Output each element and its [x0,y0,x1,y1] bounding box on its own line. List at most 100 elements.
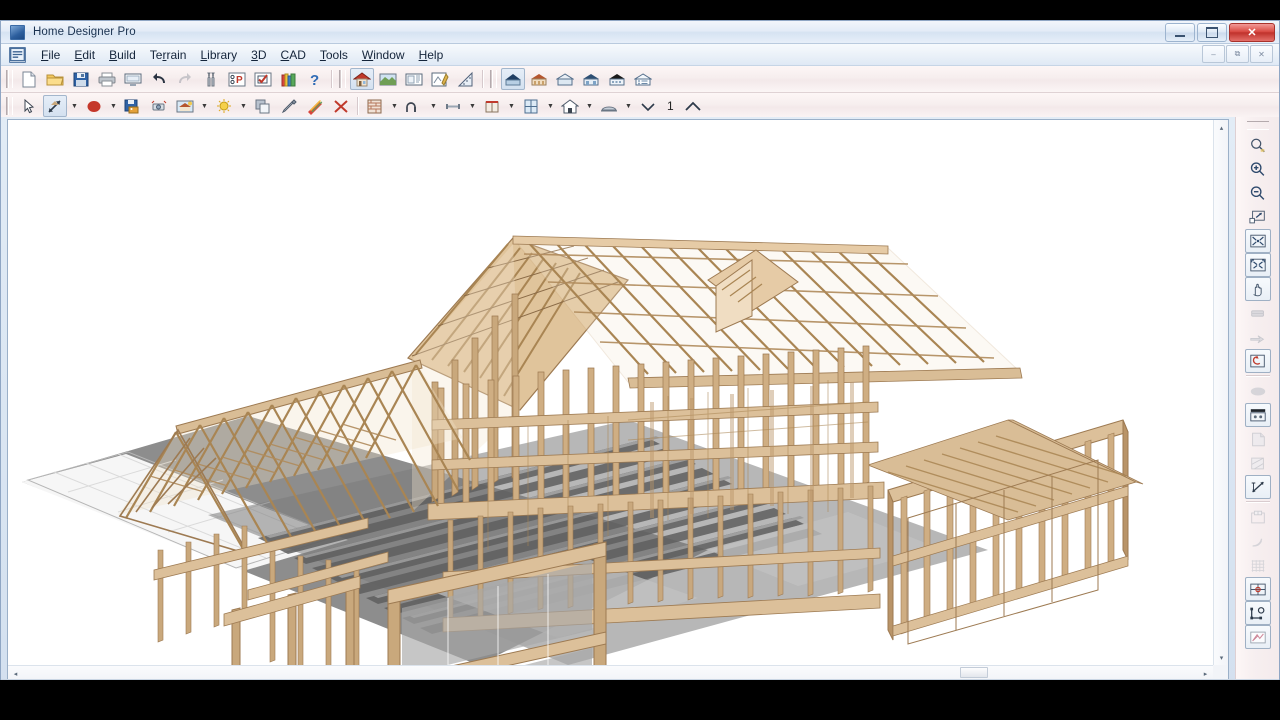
wall-tool-button[interactable] [363,95,387,117]
menu-item-terrain[interactable]: Terrain [143,47,194,63]
document-system-menu-icon[interactable] [9,46,26,63]
copy-paste-button[interactable] [251,95,275,117]
open-plan-button[interactable] [43,68,67,90]
menu-item-3d[interactable]: 3D [244,47,273,63]
beam-tool-dropdown[interactable]: ▼ [466,94,479,118]
new-plan-button[interactable] [17,68,41,90]
menu-item-tools[interactable]: Tools [313,47,355,63]
select-tool-button[interactable] [17,95,41,117]
plan-view-button[interactable] [402,68,426,90]
edit-toolbar-grip[interactable] [6,97,13,115]
house-view-button[interactable] [350,68,374,90]
lighting-dropdown[interactable]: ▼ [237,94,250,118]
reference-display-button[interactable] [1245,505,1271,529]
redo-button[interactable] [173,68,197,90]
arch-tool-button[interactable] [402,95,426,117]
zoom-in-button[interactable] [1245,157,1271,181]
material-painter-button[interactable] [303,95,327,117]
rendering-technique-button[interactable] [1244,403,1271,427]
zoom-window-button[interactable] [1245,205,1271,229]
lighting-button[interactable] [212,95,236,117]
horizontal-scrollbar[interactable]: ◂ ▸ [8,665,1213,680]
door-tool-button[interactable] [558,95,582,117]
menu-item-window[interactable]: Window [355,47,412,63]
minimize-button[interactable] [1165,23,1195,42]
color-tool-dropdown[interactable]: ▼ [107,94,120,118]
angle-snaps-button[interactable] [1244,577,1271,601]
help-button[interactable]: ? [303,68,327,90]
window-tool-dropdown[interactable]: ▼ [544,94,557,118]
ruler-tool-button[interactable] [454,68,478,90]
previous-view-button[interactable] [1245,301,1271,325]
sun-angle-dropdown[interactable]: ▼ [198,94,211,118]
toolbar-grip-3[interactable] [490,70,497,88]
menu-item-cad[interactable]: CAD [274,47,313,63]
elevation-view-button[interactable] [428,68,452,90]
color-tool-button[interactable] [82,95,106,117]
preferences-button[interactable] [199,68,223,90]
fill-window-button[interactable] [1244,229,1271,253]
move-camera-button[interactable] [43,95,67,117]
floor-down-button[interactable] [636,95,660,117]
menu-item-help[interactable]: Help [412,47,451,63]
next-view-button[interactable] [1245,325,1271,349]
mdi-restore-button[interactable]: ⧉ [1226,45,1249,63]
shadow-toggle-button[interactable] [1245,379,1271,403]
roof-tool-dropdown[interactable]: ▼ [622,94,635,118]
plot-lines-button[interactable] [1244,625,1271,649]
door-tool-dropdown[interactable]: ▼ [583,94,596,118]
cabinet-tool-dropdown[interactable]: ▼ [505,94,518,118]
mdi-close-button[interactable]: ✕ [1250,45,1273,63]
object-snaps-button[interactable] [1244,601,1271,625]
scroll-down-arrow[interactable]: ▾ [1214,650,1228,665]
refresh-display-button[interactable] [1244,349,1271,373]
glass-house-button[interactable] [631,68,655,90]
menu-item-file[interactable]: FFileile [34,47,67,63]
scroll-up-arrow[interactable]: ▴ [1214,120,1228,135]
mdi-minimize-button[interactable]: – [1202,45,1225,63]
zoom-tool-button[interactable] [1245,133,1271,157]
framing-overview-button[interactable] [579,68,603,90]
menu-item-edit[interactable]: Edit [67,47,102,63]
save-plan-button[interactable] [69,68,93,90]
full-camera-button[interactable] [501,68,525,90]
color-toggle-button[interactable] [1245,427,1271,451]
library-browser-button[interactable] [277,68,301,90]
view-toolbar-grip[interactable] [1246,121,1269,130]
move-camera-dropdown[interactable]: ▼ [68,94,81,118]
roof-tool-button[interactable] [597,95,621,117]
beam-tool-button[interactable] [441,95,465,117]
camera-settings-button[interactable] [147,95,171,117]
zoom-out-button[interactable] [1245,181,1271,205]
horizontal-scroll-thumb[interactable] [960,667,988,678]
auto-detail-button[interactable] [1245,529,1271,553]
terrain-view-button[interactable] [376,68,400,90]
wall-tool-dropdown[interactable]: ▼ [388,94,401,118]
cabinet-tool-button[interactable] [480,95,504,117]
print-preview-button[interactable] [121,68,145,90]
vertical-scrollbar[interactable]: ▴ ▾ [1213,120,1228,665]
undo-button[interactable] [147,68,171,90]
plan-defaults-button[interactable]: P [225,68,249,90]
interior-camera-button[interactable] [527,68,551,90]
floor-up-button[interactable] [681,95,705,117]
delete-surface-button[interactable] [329,95,353,117]
toolbar-grip[interactable] [6,70,13,88]
fill-window-building-button[interactable] [1244,253,1271,277]
current-floor-number[interactable]: 1 [661,99,680,113]
toolbar-grip-2[interactable] [339,70,346,88]
doll-house-button[interactable] [605,68,629,90]
sun-angle-button[interactable] [173,95,197,117]
arch-tool-dropdown[interactable]: ▼ [427,94,440,118]
print-button[interactable] [95,68,119,90]
close-button[interactable]: ✕ [1229,23,1275,42]
overview-button[interactable] [553,68,577,90]
3d-framing-view[interactable] [8,120,1213,665]
texture-toggle-button[interactable] [1245,451,1271,475]
checkbox-settings-button[interactable] [251,68,275,90]
save-image-button[interactable] [121,95,145,117]
menu-item-library[interactable]: Library [193,47,244,63]
maximize-button[interactable] [1197,23,1227,42]
pan-window-button[interactable] [1244,277,1271,301]
grid-snaps-button[interactable] [1245,553,1271,577]
